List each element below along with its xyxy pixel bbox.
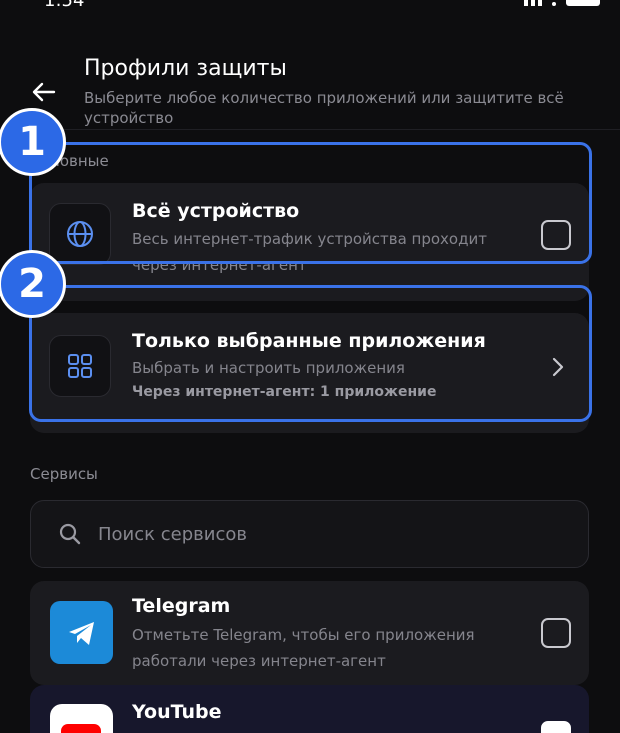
page-title: Профили защиты (84, 56, 287, 81)
status-bar: 1:54 (0, 0, 620, 12)
back-arrow-icon[interactable] (30, 78, 58, 106)
status-icons (524, 0, 600, 6)
service-youtube-title: YouTube (132, 701, 222, 723)
service-telegram-title: Telegram (132, 595, 231, 617)
search-input[interactable]: Поиск сервисов (98, 524, 247, 545)
page-subtitle: Выберите любое количество приложений или… (84, 89, 564, 127)
service-youtube[interactable]: YouTube (30, 685, 589, 733)
section-label-services: Сервисы (30, 465, 98, 483)
telegram-checkbox[interactable] (541, 618, 571, 648)
header-divider (0, 129, 620, 130)
service-telegram-desc: Отметьте Telegram, чтобы его приложения … (132, 626, 475, 670)
status-time: 1:54 (44, 0, 85, 11)
battery-icon (566, 0, 600, 6)
service-telegram[interactable]: Telegram Отметьте Telegram, чтобы его пр… (30, 581, 589, 685)
step-badge-2: 2 (0, 250, 66, 318)
youtube-checkbox[interactable] (541, 721, 571, 733)
highlight-frame-1 (29, 142, 592, 264)
signal-icon (524, 0, 542, 6)
telegram-logo-icon (50, 601, 113, 664)
step-badge-1: 1 (0, 108, 66, 176)
highlight-frame-2 (29, 285, 592, 422)
search-icon (59, 523, 81, 549)
notification-dot-icon (552, 2, 556, 6)
youtube-logo-icon (50, 704, 113, 733)
search-field[interactable]: Поиск сервисов (30, 500, 589, 568)
